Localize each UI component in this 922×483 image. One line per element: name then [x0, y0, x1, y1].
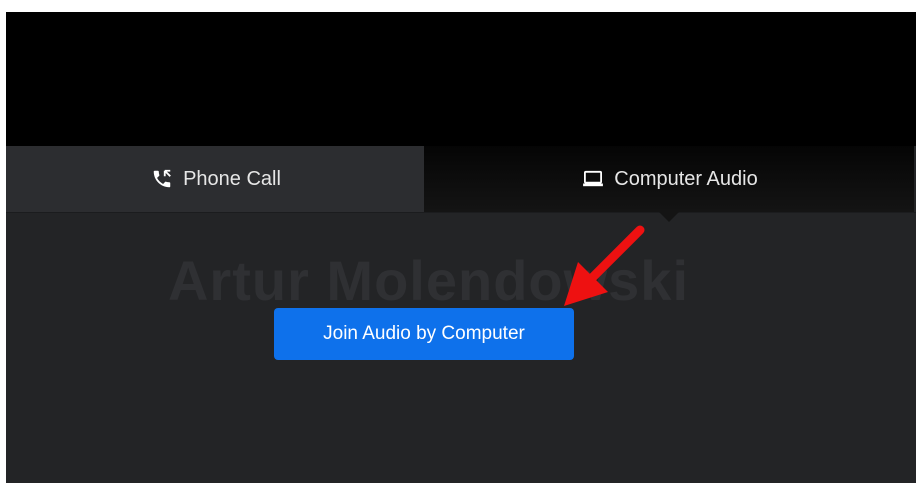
- tab-phone-call-label: Phone Call: [183, 167, 281, 190]
- tab-computer-audio-label: Computer Audio: [614, 167, 758, 190]
- participant-name: Artur Molendowski: [167, 249, 690, 312]
- tab-computer-audio[interactable]: Computer Audio: [424, 146, 914, 222]
- audio-dialog: Phone Call Computer Audio Artur Molendow…: [6, 12, 916, 483]
- join-audio-by-computer-button[interactable]: Join Audio by Computer: [274, 308, 574, 360]
- laptop-icon: [580, 168, 606, 190]
- red-arrow-icon: [564, 225, 645, 306]
- video-area: [6, 12, 916, 146]
- phone-icon: [149, 168, 175, 190]
- audio-tabs: Phone Call Computer Audio: [6, 146, 916, 222]
- tab-phone-call[interactable]: Phone Call: [6, 146, 424, 212]
